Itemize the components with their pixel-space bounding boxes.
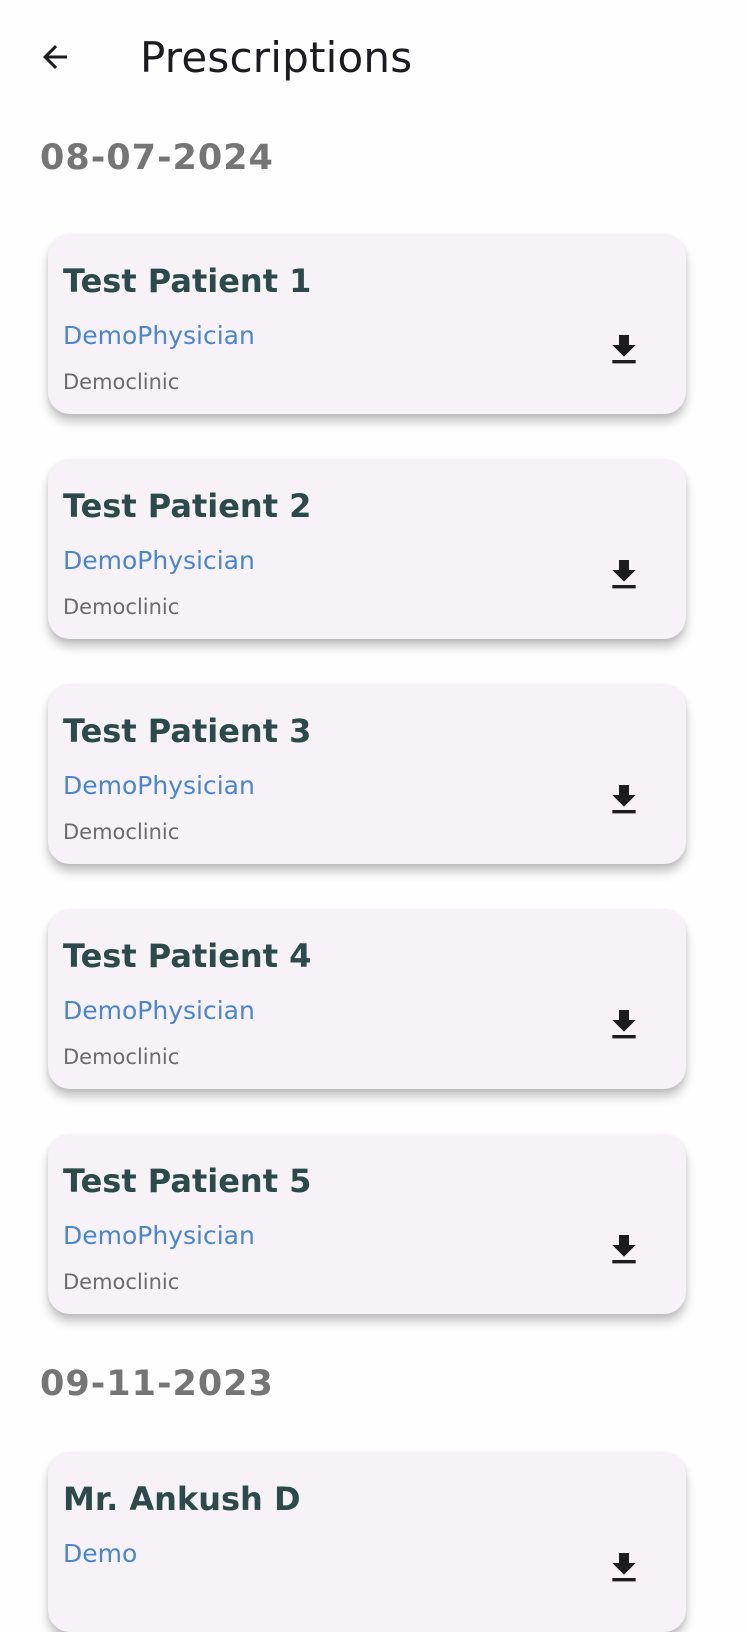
physician-name: DemoPhysician — [63, 321, 255, 350]
patient-name: Mr. Ankush D — [63, 1480, 301, 1518]
download-button[interactable] — [600, 1001, 648, 1049]
download-icon — [612, 1010, 636, 1039]
physician-name: Demo — [63, 1539, 138, 1568]
download-button[interactable] — [600, 1544, 648, 1592]
physician-name: DemoPhysician — [63, 546, 255, 575]
patient-name: Test Patient 1 — [63, 262, 312, 300]
physician-name: DemoPhysician — [63, 996, 255, 1025]
download-button[interactable] — [600, 326, 648, 374]
patient-name: Test Patient 2 — [63, 487, 312, 525]
patient-name: Test Patient 4 — [63, 937, 312, 975]
patient-name: Test Patient 3 — [63, 712, 312, 750]
date-header: 09-11-2023 — [40, 1364, 274, 1404]
clinic-name: Democlinic — [63, 595, 180, 619]
clinic-name: Democlinic — [63, 820, 180, 844]
download-button[interactable] — [600, 551, 648, 599]
app-bar: Prescriptions — [0, 0, 747, 120]
date-header: 08-07-2024 — [40, 138, 274, 178]
download-icon — [612, 335, 636, 364]
patient-name: Test Patient 5 — [63, 1162, 312, 1200]
physician-name: DemoPhysician — [63, 1221, 255, 1250]
download-icon — [612, 560, 636, 589]
prescription-card[interactable]: Test Patient 3 DemoPhysician Democlinic — [48, 684, 686, 864]
prescription-card[interactable]: Test Patient 5 DemoPhysician Democlinic — [48, 1134, 686, 1314]
prescription-list[interactable]: 08-07-2024 Test Patient 1 DemoPhysician … — [0, 120, 747, 1632]
prescription-card[interactable]: Mr. Ankush D Demo — [48, 1452, 686, 1632]
physician-name: DemoPhysician — [63, 771, 255, 800]
page-title: Prescriptions — [140, 33, 413, 82]
prescription-card[interactable]: Test Patient 2 DemoPhysician Democlinic — [48, 459, 686, 639]
download-button[interactable] — [600, 1226, 648, 1274]
download-button[interactable] — [600, 776, 648, 824]
download-icon — [612, 785, 636, 814]
download-icon — [612, 1235, 636, 1264]
arrow-back-icon — [43, 45, 67, 69]
clinic-name: Democlinic — [63, 1045, 180, 1069]
prescription-card[interactable]: Test Patient 1 DemoPhysician Democlinic — [48, 234, 686, 414]
back-button[interactable] — [30, 32, 80, 82]
clinic-name: Democlinic — [63, 1270, 180, 1294]
clinic-name: Democlinic — [63, 370, 180, 394]
download-icon — [612, 1553, 636, 1582]
prescription-card[interactable]: Test Patient 4 DemoPhysician Democlinic — [48, 909, 686, 1089]
